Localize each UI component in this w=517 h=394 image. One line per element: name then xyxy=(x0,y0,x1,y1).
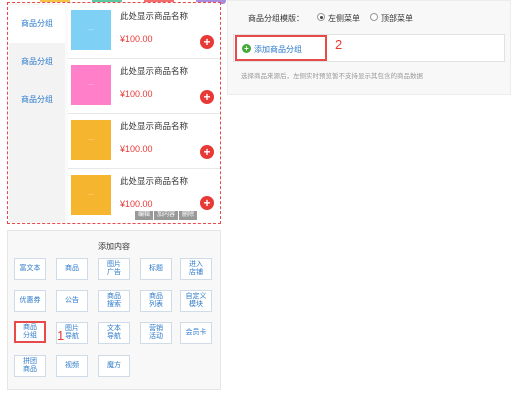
category-item[interactable]: 商品分组 xyxy=(9,81,65,119)
plus-icon[interactable]: + xyxy=(200,145,214,159)
radio-top-menu-label[interactable]: 顶部菜单 xyxy=(381,13,413,24)
product-price: ¥100.00 xyxy=(120,199,153,209)
product-price: ¥100.00 xyxy=(120,34,153,44)
preview-action-bar: 编辑 加内容 删除 xyxy=(135,209,198,220)
component-button[interactable]: 营销 活动 xyxy=(140,322,172,344)
plus-icon[interactable]: + xyxy=(200,90,214,104)
radio-left-menu-label[interactable]: 左侧菜单 xyxy=(328,13,360,24)
template-label: 商品分组模版： xyxy=(248,14,304,23)
product-thumbnail: —— xyxy=(71,120,111,160)
component-button[interactable]: 商品 列表 xyxy=(140,290,172,312)
plus-icon[interactable]: + xyxy=(200,196,214,210)
add-content-button[interactable]: 加内容 xyxy=(154,211,179,220)
product-thumbnail: —— xyxy=(71,10,111,50)
add-content-panel: 添加内容 富文本 商品 图片 广告 标题 进入 店铺 优惠券 公告 商品 搜索 … xyxy=(7,230,221,390)
radio-top-menu[interactable] xyxy=(370,13,378,21)
plus-icon[interactable]: + xyxy=(200,35,214,49)
product-price: ¥100.00 xyxy=(120,144,153,154)
component-button[interactable]: 公告 xyxy=(56,290,88,312)
product-group-component-button[interactable]: 商品 分组 xyxy=(14,321,46,343)
add-content-title: 添加内容 xyxy=(98,242,130,251)
component-button[interactable]: 图片 广告 xyxy=(98,258,130,280)
component-button[interactable]: 标题 xyxy=(140,258,172,280)
delete-button[interactable]: 删除 xyxy=(179,211,198,220)
product-name: 此处显示商品名称 xyxy=(120,11,189,21)
radio-left-menu[interactable] xyxy=(317,13,325,21)
category-item[interactable]: 商品分组 xyxy=(9,5,65,43)
product-name: 此处显示商品名称 xyxy=(120,66,189,76)
annotation-number: 2 xyxy=(335,37,343,52)
product-thumbnail: —— xyxy=(71,175,111,215)
product-card[interactable]: —— 此处显示商品名称 ¥100.00 + xyxy=(68,4,220,58)
component-button[interactable]: 富文本 xyxy=(14,258,46,280)
component-button[interactable]: 优惠券 xyxy=(14,290,46,312)
product-card[interactable]: —— 此处显示商品名称 ¥100.00 + xyxy=(68,59,220,113)
annotation-number: 1 xyxy=(57,328,65,343)
component-button[interactable]: 魔方 xyxy=(98,355,130,377)
product-price: ¥100.00 xyxy=(120,89,153,99)
product-name: 此处显示商品名称 xyxy=(120,121,189,131)
component-button[interactable]: 商品 搜索 xyxy=(98,290,130,312)
add-circle-icon[interactable]: + xyxy=(242,44,251,53)
component-button[interactable]: 拼团 商品 xyxy=(14,355,46,377)
component-button[interactable]: 文本 导航 xyxy=(98,322,130,344)
category-item[interactable]: 商品分组 xyxy=(9,43,65,81)
product-thumbnail: —— xyxy=(71,65,111,105)
component-button[interactable]: 自定义 模块 xyxy=(180,290,212,312)
preview-panel[interactable]: 商品分组 商品分组 商品分组 —— 此处显示商品名称 ¥100.00 + —— … xyxy=(7,2,221,224)
edit-button[interactable]: 编辑 xyxy=(135,211,154,220)
add-product-group-link[interactable]: 添加商品分组 xyxy=(254,44,302,55)
component-button[interactable]: 商品 xyxy=(56,258,88,280)
category-column: 商品分组 商品分组 商品分组 xyxy=(9,4,65,222)
product-name: 此处显示商品名称 xyxy=(120,176,189,186)
component-button[interactable]: 会员卡 xyxy=(180,322,212,344)
product-card[interactable]: —— 此处显示商品名称 ¥100.00 + xyxy=(68,114,220,168)
component-button[interactable]: 视频 xyxy=(56,355,88,377)
hint-text: 选择商品来源后，左侧实时预览暂不支持显示其包含的商品数据 xyxy=(241,73,423,80)
settings-panel: 商品分组模版： 左侧菜单 顶部菜单 + 添加商品分组 选择商品来源后，左侧实时预… xyxy=(227,0,511,95)
component-button[interactable]: 进入 店铺 xyxy=(180,258,212,280)
